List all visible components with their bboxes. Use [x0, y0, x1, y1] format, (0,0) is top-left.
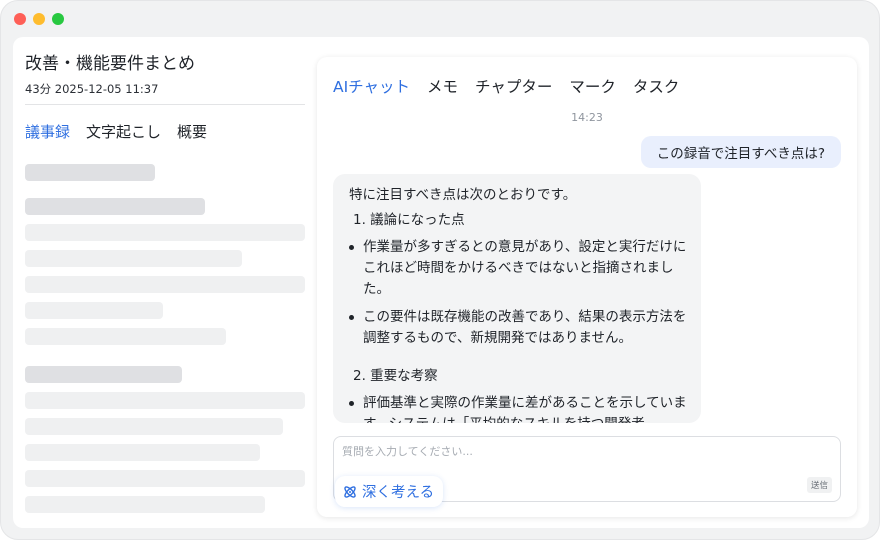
- recording-pane: 改善・機能要件まとめ 43分 2025-12-05 11:37 議事録 文字起こ…: [25, 37, 305, 528]
- tab-tasks[interactable]: タスク: [633, 75, 680, 97]
- maximize-window-button[interactable]: [52, 13, 64, 25]
- deep-think-button[interactable]: 深く考える: [335, 476, 444, 507]
- minimize-window-button[interactable]: [33, 13, 45, 25]
- tab-chapters[interactable]: チャプター: [475, 75, 552, 97]
- main-content: 改善・機能要件まとめ 43分 2025-12-05 11:37 議事録 文字起こ…: [13, 37, 869, 528]
- user-message: この録音で注目すべき点は?: [640, 136, 841, 168]
- bullet-text: 作業量が多すぎるとの意見があり、設定と実行だけにこれほど時間をかけるべきではない…: [363, 239, 687, 297]
- window-controls: [14, 13, 64, 25]
- app-window: 改善・機能要件まとめ 43分 2025-12-05 11:37 議事録 文字起こ…: [0, 0, 880, 540]
- skeleton-line: [25, 276, 305, 293]
- ai-message-intro: 特に注目すべき点は次のとおりです。: [349, 187, 577, 203]
- tab-transcript[interactable]: 文字起こし: [86, 121, 161, 142]
- ai-message-bullet: この要件は既存機能の改善であり、結果の表示方法を調整するもので、新規開発ではあり…: [349, 307, 687, 349]
- ai-message: 特に注目すべき点は次のとおりです。 1. 議論になった点 作業量が多すぎるとの意…: [333, 174, 701, 423]
- skeleton-heading: [25, 164, 155, 181]
- bullet-text: 評価基準と実際の作業量に差があることを示しています。システムは「平均的なスキルを…: [363, 395, 687, 423]
- bullet-icon: [349, 401, 354, 406]
- skeleton-line: [25, 224, 305, 241]
- tab-summary[interactable]: 概要: [177, 121, 207, 142]
- chat-timestamp: 14:23: [571, 111, 603, 124]
- skeleton-line: [25, 418, 283, 435]
- atom-icon: [344, 485, 356, 498]
- assistant-tabs: AIチャット メモ チャプター マーク タスク: [333, 75, 679, 97]
- skeleton-line: [25, 444, 260, 461]
- chat-input[interactable]: [342, 443, 832, 465]
- skeleton-line: [25, 496, 265, 513]
- tab-ai-chat[interactable]: AIチャット: [333, 75, 410, 97]
- skeleton-heading: [25, 198, 205, 215]
- recording-tabs: 議事録 文字起こし 概要: [25, 121, 207, 142]
- recording-title: 改善・機能要件まとめ: [25, 54, 195, 74]
- ai-message-heading: 2. 重要な考察: [353, 368, 438, 384]
- ai-message-heading: 1. 議論になった点: [353, 212, 465, 228]
- skeleton-line: [25, 250, 242, 267]
- skeleton-line: [25, 392, 305, 409]
- bullet-icon: [349, 245, 354, 250]
- assistant-panel: AIチャット メモ チャプター マーク タスク 14:23 この録音で注目すべき…: [317, 57, 857, 517]
- skeleton-line: [25, 470, 305, 487]
- divider: [25, 104, 305, 105]
- skeleton-line: [25, 328, 226, 345]
- recording-meta: 43分 2025-12-05 11:37: [25, 82, 159, 96]
- close-window-button[interactable]: [14, 13, 26, 25]
- tab-marks[interactable]: マーク: [569, 75, 616, 97]
- deep-think-label: 深く考える: [362, 485, 435, 501]
- bullet-icon: [349, 315, 354, 320]
- skeleton-heading: [25, 366, 182, 383]
- bullet-text: この要件は既存機能の改善であり、結果の表示方法を調整するもので、新規開発ではあり…: [363, 309, 687, 346]
- tab-memo[interactable]: メモ: [427, 75, 458, 97]
- tab-minutes[interactable]: 議事録: [25, 121, 70, 142]
- ai-message-bullet: 作業量が多すぎるとの意見があり、設定と実行だけにこれほど時間をかけるべきではない…: [349, 237, 687, 300]
- ai-message-bullet: 評価基準と実際の作業量に差があることを示しています。システムは「平均的なスキルを…: [349, 393, 687, 423]
- skeleton-line: [25, 302, 163, 319]
- send-button[interactable]: 送信: [806, 477, 832, 493]
